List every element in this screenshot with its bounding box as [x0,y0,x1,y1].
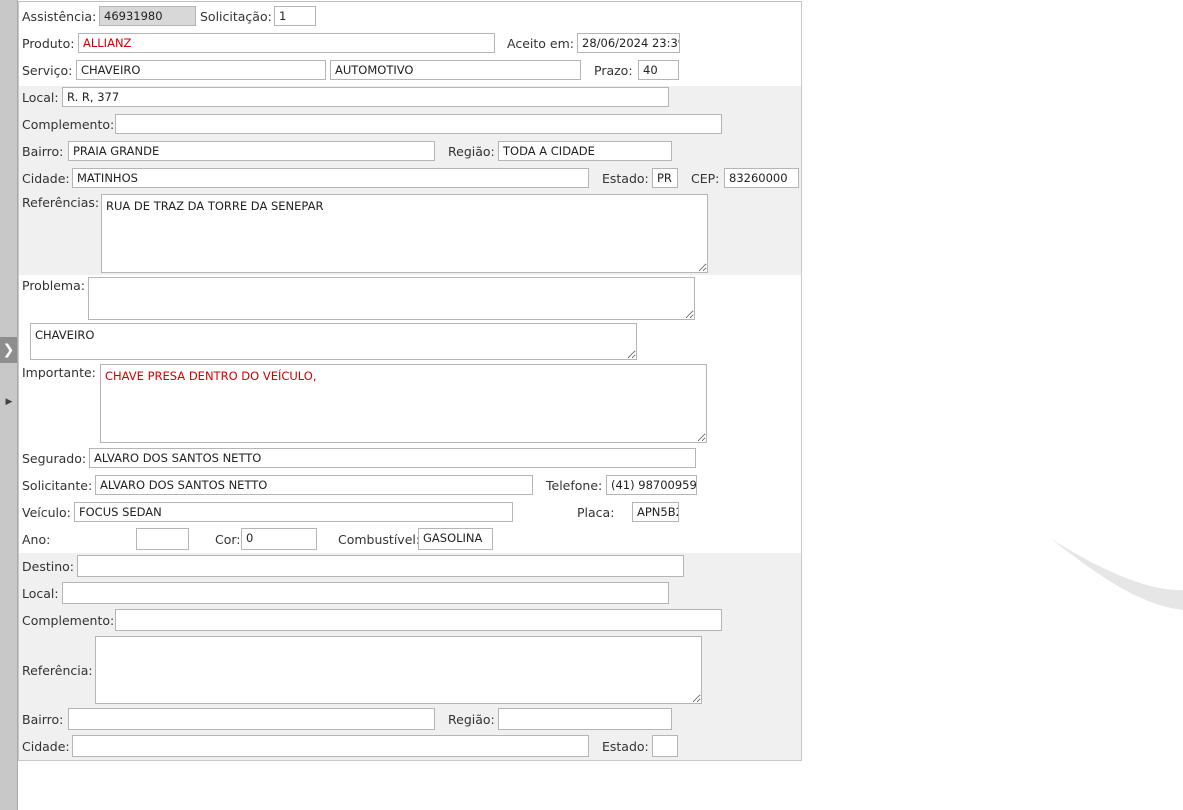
solicitacao-label: Solicitação: [200,9,272,24]
destino-regiao-label: Região: [448,712,495,727]
cor-field[interactable]: 0 [241,528,317,550]
assistencia-field[interactable]: 46931980 [99,6,196,26]
local-label: Local: [22,90,59,105]
descricao-textarea[interactable]: CHAVEIRO [30,323,637,360]
caret-right-icon[interactable]: ▶ [3,396,15,408]
local-field[interactable]: R. R, 377 [62,87,669,107]
destino-estado-field[interactable] [652,735,678,757]
segurado-label: Segurado: [22,451,87,466]
destino-cidade-label: Cidade: [22,739,70,754]
solicitante-label: Solicitante: [22,478,93,493]
veiculo-label: Veículo: [22,505,71,520]
regiao-field[interactable]: TODA A CIDADE [498,141,672,161]
destino-local-label: Local: [22,586,59,601]
regiao-label: Região: [448,144,495,159]
importante-textarea[interactable]: CHAVE PRESA DENTRO DO VEÍCULO, [100,364,707,443]
destino-estado-label: Estado: [602,739,649,754]
cep-field[interactable]: 83260000 [724,168,799,188]
prazo-label: Prazo: [594,63,633,78]
chevron-right-icon[interactable]: ❯ [0,337,17,363]
produto-field[interactable]: ALLIANZ [78,33,495,53]
servico-tipo-field[interactable]: AUTOMOTIVO [330,60,581,80]
produto-label: Produto: [22,36,75,51]
swoosh-decoration [1050,538,1183,610]
telefone-label: Telefone: [546,478,603,493]
solicitante-field[interactable]: ALVARO DOS SANTOS NETTO [95,475,533,495]
servico-field[interactable]: CHAVEIRO [76,60,326,80]
destino-field[interactable] [77,555,684,577]
aceito-label: Aceito em: [507,36,574,51]
destino-complemento-field[interactable] [115,609,722,631]
cor-label: Cor: [215,532,241,547]
destino-bairro-field[interactable] [68,708,435,730]
destino-complemento-label: Complemento: [22,613,115,628]
referencias-textarea[interactable]: RUA DE TRAZ DA TORRE DA SENEPAR [101,194,708,273]
cidade-label: Cidade: [22,171,70,186]
left-sidebar: ❯ ▶ [0,0,18,810]
complemento-label: Complemento: [22,117,115,132]
aceito-field[interactable]: 28/06/2024 23:39 [577,33,680,53]
telefone-field[interactable]: (41) 987009595 [606,475,697,495]
ano-label: Ano: [22,532,51,547]
destino-regiao-field[interactable] [498,708,672,730]
importante-label: Importante: [22,365,96,380]
problema-label: Problema: [22,278,85,293]
destino-local-field[interactable] [62,582,669,604]
estado-label: Estado: [602,171,649,186]
veiculo-field[interactable]: FOCUS SEDAN [74,502,513,522]
solicitacao-field[interactable]: 1 [274,6,316,26]
segurado-field[interactable]: ALVARO DOS SANTOS NETTO [89,448,696,468]
referencias-label: Referências: [22,195,100,210]
bairro-field[interactable]: PRAIA GRANDE [68,141,435,161]
combustivel-field[interactable]: GASOLINA [418,528,493,550]
destino-bairro-label: Bairro: [22,712,64,727]
ano-field[interactable] [136,528,189,550]
servico-label: Serviço: [22,63,73,78]
destino-referencia-label: Referência: [22,663,93,678]
bairro-label: Bairro: [22,144,64,159]
destino-label: Destino: [22,559,74,574]
cidade-field[interactable]: MATINHOS [72,168,589,188]
service-form: Assistência: 46931980 Solicitação: 1 Pro… [18,1,802,761]
estado-field[interactable]: PR [652,168,678,188]
placa-field[interactable]: APN5B28 [632,502,679,522]
placa-label: Placa: [577,505,615,520]
combustivel-label: Combustível: [338,532,421,547]
prazo-field[interactable]: 40 [638,60,679,80]
destino-referencia-textarea[interactable] [95,636,702,704]
complemento-field[interactable] [115,114,722,134]
destino-cidade-field[interactable] [72,735,589,757]
cep-label: CEP: [691,171,720,186]
problema-textarea[interactable] [88,277,695,320]
assistencia-label: Assistência: [22,9,97,24]
